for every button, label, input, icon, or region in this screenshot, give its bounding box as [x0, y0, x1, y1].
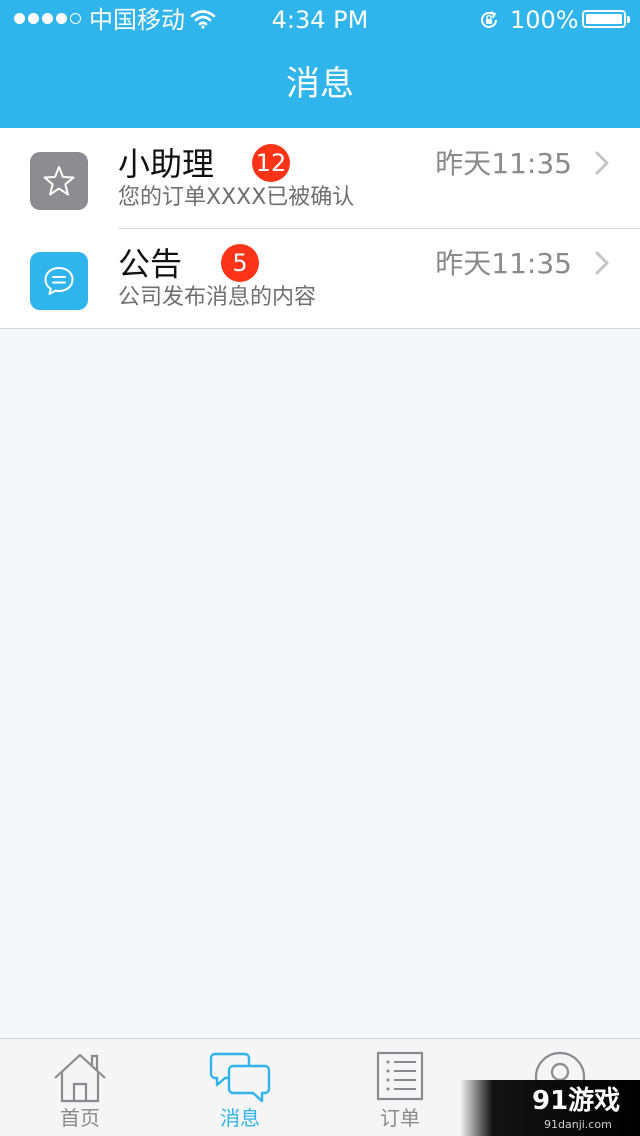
- message-time: 昨天11:35: [435, 147, 572, 180]
- star-icon: [43, 166, 75, 196]
- message-time: 昨天11:35: [435, 247, 572, 280]
- rotation-lock-icon: [481, 11, 497, 28]
- page-title: 消息: [286, 64, 354, 104]
- unread-badge: 12: [252, 144, 290, 182]
- tab-home[interactable]: 首页: [0, 1039, 160, 1136]
- tab-label: 消息: [220, 1106, 260, 1130]
- navigation-bar: 消息: [0, 40, 640, 128]
- tab-orders[interactable]: 订单: [320, 1039, 480, 1136]
- status-bar: 中国移动 4:34 PM 100%: [0, 0, 640, 40]
- message-row-assistant[interactable]: 小助理 12 昨天11:35 您的订单XXXX已被确认: [0, 128, 640, 228]
- message-row-announcement[interactable]: 公告 5 昨天11:35 公司发布消息的内容: [0, 228, 640, 328]
- site-watermark: 91游戏 91danji.com: [460, 1080, 640, 1136]
- chevron-right-icon: [595, 251, 609, 275]
- watermark-logo-text: 91游戏: [532, 1086, 621, 1116]
- message-title: 小助理: [118, 145, 215, 183]
- tab-label: 订单: [380, 1106, 420, 1130]
- home-icon: [54, 1053, 106, 1103]
- assistant-avatar: [30, 152, 88, 210]
- order-list-icon: [376, 1051, 424, 1101]
- battery-percentage: 100%: [510, 6, 579, 34]
- battery-icon: [582, 10, 630, 28]
- message-preview: 您的订单XXXX已被确认: [118, 185, 355, 210]
- watermark-url: 91danji.com: [544, 1118, 612, 1131]
- unread-badge: 5: [221, 244, 259, 282]
- message-preview: 公司发布消息的内容: [118, 285, 317, 310]
- chevron-right-icon: [595, 151, 609, 175]
- message-title: 公告: [118, 245, 183, 283]
- messages-screen: 中国移动 4:34 PM 100% 消息 小助理 12 昨天11:35 您的订单…: [0, 0, 640, 1136]
- message-list: 小助理 12 昨天11:35 您的订单XXXX已被确认 公告 5 昨天11:35: [0, 128, 640, 329]
- messages-icon: [209, 1052, 271, 1103]
- tab-label: 首页: [60, 1106, 100, 1130]
- chat-bubble-icon: [44, 267, 74, 295]
- announcement-avatar: [30, 252, 88, 310]
- tab-messages[interactable]: 消息: [160, 1039, 320, 1136]
